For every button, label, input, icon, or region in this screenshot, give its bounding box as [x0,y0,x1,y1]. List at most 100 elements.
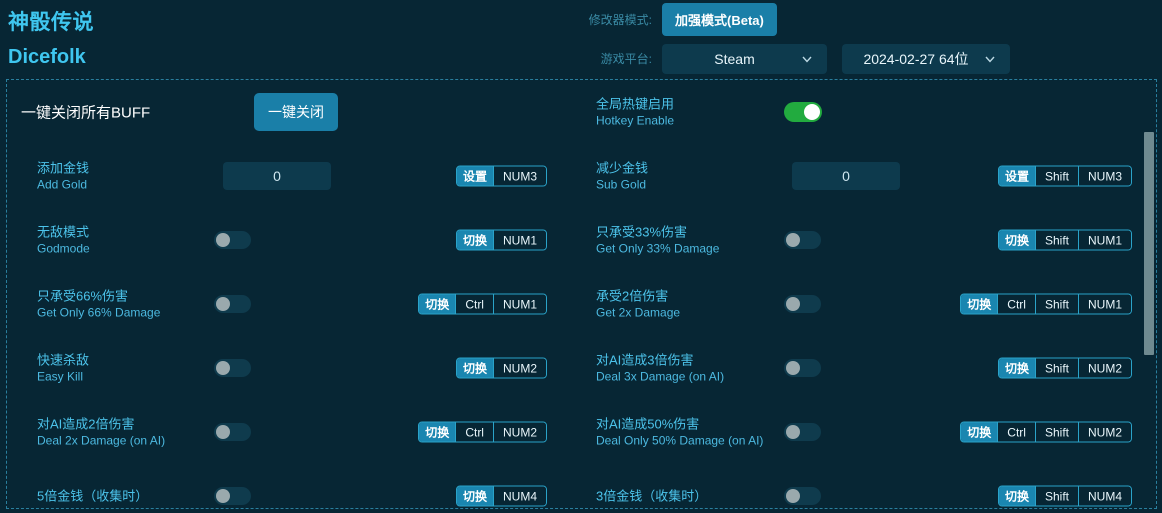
cheat-toggle[interactable] [214,423,251,441]
cheat-toggle[interactable] [214,487,251,505]
toggle-knob [216,489,230,503]
cheat-toggle[interactable] [784,359,821,377]
game-title-chinese: 神骰传说 [8,11,94,34]
cheat-cell-left: 添加金钱Add Gold 设置NUM3 [7,144,581,208]
version-dropdown[interactable]: 2024-02-27 64位 [842,43,1010,74]
trainer-mode-row: 修改器模式: 加强模式(Beta) [578,0,1138,39]
cheat-label: 对AI造成2倍伤害 Deal 2x Damage (on AI) [37,416,212,449]
hotkey-chip-group[interactable]: 切换 Shift NUM2 [997,357,1132,379]
cheat-label: 对AI造成50%伤害 Deal Only 50% Damage (on AI) [596,416,768,449]
cheat-label-chinese: 减少金钱 [596,160,649,176]
hotkey-key: Shift [1034,294,1078,314]
cheat-label-english: Deal 2x Damage (on AI) [37,433,166,448]
game-title-english: Dicefolk [8,46,86,68]
cheat-label: 只承受33%伤害 Get Only 33% Damage [596,224,771,257]
hotkey-chip-group[interactable]: 切换 Ctrl NUM1 [418,293,547,315]
cheat-toggle[interactable] [784,423,821,441]
cheat-cell-right: 对AI造成3倍伤害 Deal 3x Damage (on AI) 切换 Shift NU… [582,336,1156,400]
chevron-down-icon [984,53,996,65]
trainer-mode-label: 修改器模式: [588,13,652,27]
cheat-label: 3倍金钱（收集时） [596,488,771,505]
hotkey-key: NUM2 [1077,358,1131,378]
cheat-label: 无敌模式 Godmode [37,224,212,257]
cheat-row: 无敌模式 Godmode 切换 NUM1 只承受33%伤害 Get Only 33% Da… [7,208,1156,272]
hotkey-chip-group[interactable]: 切换 Ctrl NUM2 [418,421,547,443]
cheat-toggle[interactable] [784,231,821,249]
toggle-knob [786,489,800,503]
platform-dropdown[interactable]: Steam [662,43,827,74]
hotkey-action-label: 切换 [456,230,493,250]
toggle-knob [216,297,230,311]
hotkey-chip-group[interactable]: 切换 Shift NUM1 [997,229,1132,251]
toggle-knob [216,425,230,439]
cheat-toggle[interactable] [784,487,821,505]
cheat-toggle[interactable] [214,295,251,313]
header-controls: 修改器模式: 加强模式(Beta) 游戏平台: Steam 2024-02-27… [578,0,1138,78]
version-dropdown-value: 2024-02-27 64位 [863,50,969,67]
cheat-label-english: Get Only 33% Damage [596,241,720,256]
hotkey-key: NUM1 [1077,230,1131,250]
hotkey-key: Ctrl [455,294,493,314]
cheat-label: 对AI造成3倍伤害 Deal 3x Damage (on AI) [596,352,771,385]
cheat-label: 5倍金钱（收集时） [37,488,212,505]
cheat-label-chinese: 快速杀敌 [37,352,90,368]
cheat-toggle[interactable] [214,359,251,377]
cheat-label-chinese: 对AI造成2倍伤害 [37,416,135,432]
cheat-row: 5倍金钱（收集时） 切换 NUM4 3倍金钱（收集时） 切换 Shift NUM4 [7,464,1156,508]
hotkey-key: Ctrl [997,422,1035,442]
cheat-label-english: Deal Only 50% Damage (on AI) [596,433,764,448]
cheat-label-english: Add Gold [37,177,88,192]
hotkey-key: NUM1 [492,230,546,250]
trainer-mode-badge[interactable]: 加强模式(Beta) [662,3,777,36]
close-all-buffs-button[interactable]: 一键关闭 [254,93,338,131]
cheat-value-input[interactable] [223,162,331,190]
hotkey-action-label: 设置 [456,166,493,186]
hotkey-action-label: 切换 [456,486,493,506]
hotkey-chip-group[interactable]: 切换 Ctrl Shift NUM1 [960,293,1132,315]
cheat-cell-right: 只承受33%伤害 Get Only 33% Damage 切换 Shift NUM1 [582,208,1156,272]
hotkey-action-label: 切换 [419,294,456,314]
cheat-toggle[interactable] [784,102,822,122]
toggle-knob [216,361,230,375]
hotkey-chip-group[interactable]: 设置 NUM3 [455,165,547,187]
hotkey-action-label: 切换 [456,358,493,378]
cheat-cell-right: 承受2倍伤害 Get 2x Damage 切换 Ctrl Shift NUM1 [582,272,1156,336]
cheat-cell-left: 对AI造成2倍伤害 Deal 2x Damage (on AI) 切换 Ctrl NUM… [7,400,581,464]
cheat-label-english: Get Only 66% Damage [37,305,161,320]
cheat-label: 全局热键启用 Hotkey Enable [596,96,771,129]
cheat-cell-left: 一键关闭所有BUFF 一键关闭 [7,80,581,144]
cheat-row: 一键关闭所有BUFF 一键关闭 全局热键启用 Hotkey Enable [7,80,1156,144]
cheat-label: 承受2倍伤害 Get 2x Damage [596,288,771,321]
cheat-label-chinese: 对AI造成50%伤害 [596,416,700,432]
hotkey-chip-group[interactable]: 切换 Ctrl Shift NUM2 [960,421,1132,443]
hotkey-action-label: 设置 [998,166,1035,186]
hotkey-action-label: 切换 [998,230,1035,250]
cheat-toggle[interactable] [214,231,251,249]
hotkey-chip-group[interactable]: 切换 NUM1 [455,229,547,251]
hotkey-chip-group[interactable]: 切换 NUM4 [455,485,547,507]
hotkey-chip-group[interactable]: 切换 Shift NUM4 [997,485,1132,507]
cheat-cell-left: 5倍金钱（收集时） 切换 NUM4 [7,464,581,508]
cheat-label-english: Easy Kill [37,369,84,384]
platform-dropdown-value: Steam [714,50,755,67]
hotkey-action-label: 切换 [419,422,456,442]
panel-scrollbar-track[interactable] [1144,80,1154,508]
cheat-cell-left: 快速杀敌 Easy Kill 切换 NUM2 [7,336,581,400]
cheat-label-chinese: 只承受66%伤害 [37,288,129,304]
hotkey-key: Ctrl [455,422,493,442]
cheat-cell-right: 对AI造成50%伤害 Deal Only 50% Damage (on AI) 切换… [582,400,1156,464]
game-platform-label: 游戏平台: [600,52,652,66]
cheat-label-chinese: 3倍金钱（收集时） [596,488,708,504]
hotkey-key: Shift [1034,166,1078,186]
cheat-toggle[interactable] [784,295,821,313]
cheat-value-input[interactable] [792,162,900,190]
cheat-cell-right: 减少金钱Sub Gold 设置ShiftNUM3 [582,144,1156,208]
panel-scrollbar-thumb[interactable] [1144,132,1154,355]
cheat-label-chinese: 承受2倍伤害 [596,288,669,304]
hotkey-action-label: 切换 [961,422,998,442]
hotkey-chip-group[interactable]: 设置 Shift NUM3 [997,165,1132,187]
hotkey-chip-group[interactable]: 切换 NUM2 [455,357,547,379]
hotkey-key: NUM3 [1077,166,1131,186]
cheat-label-english: Hotkey Enable [596,113,675,128]
cheat-cell-right: 全局热键启用 Hotkey Enable [582,80,1156,144]
